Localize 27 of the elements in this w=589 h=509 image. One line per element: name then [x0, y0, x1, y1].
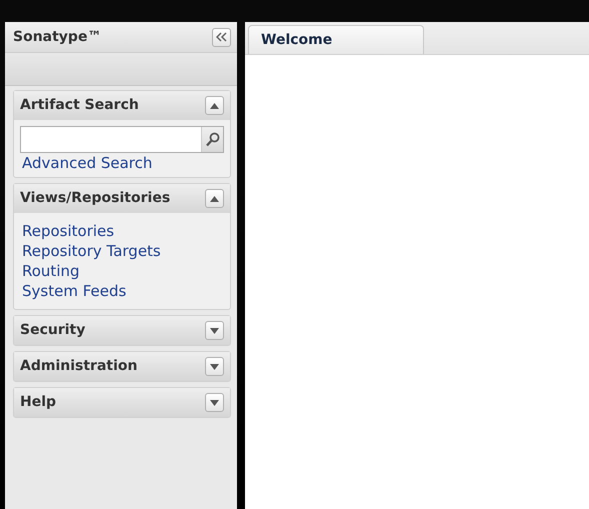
expand-button[interactable]	[205, 321, 224, 340]
panel-title: Administration	[20, 357, 138, 376]
caret-up-icon	[210, 196, 219, 202]
expand-button[interactable]	[205, 393, 224, 412]
panel-title: Artifact Search	[20, 96, 139, 115]
caret-down-icon	[210, 328, 219, 334]
panel-title: Views/Repositories	[20, 189, 170, 208]
collapse-button[interactable]	[205, 189, 224, 208]
double-chevron-left-icon	[216, 32, 227, 42]
collapse-button[interactable]	[212, 28, 231, 46]
nav-link[interactable]: Routing	[22, 261, 80, 281]
panel-title: Help	[20, 393, 56, 412]
caret-down-icon	[210, 364, 219, 370]
nav-link[interactable]: Repositories	[22, 221, 114, 241]
caret-down-icon	[210, 400, 219, 406]
nav-link[interactable]: Advanced Search	[22, 153, 152, 173]
nav-link[interactable]: Repository Targets	[22, 241, 161, 261]
panel-title: Security	[20, 321, 86, 340]
tab[interactable]: Welcome	[248, 25, 424, 54]
search-field[interactable]	[20, 126, 224, 153]
search-button[interactable]	[201, 127, 223, 152]
expand-button[interactable]	[205, 357, 224, 376]
caret-up-icon	[210, 102, 219, 108]
collapse-button[interactable]	[205, 96, 224, 115]
search-icon	[206, 132, 220, 147]
sidebar-title: Sonatype™	[13, 28, 102, 46]
nav-link[interactable]: System Feeds	[22, 281, 126, 301]
